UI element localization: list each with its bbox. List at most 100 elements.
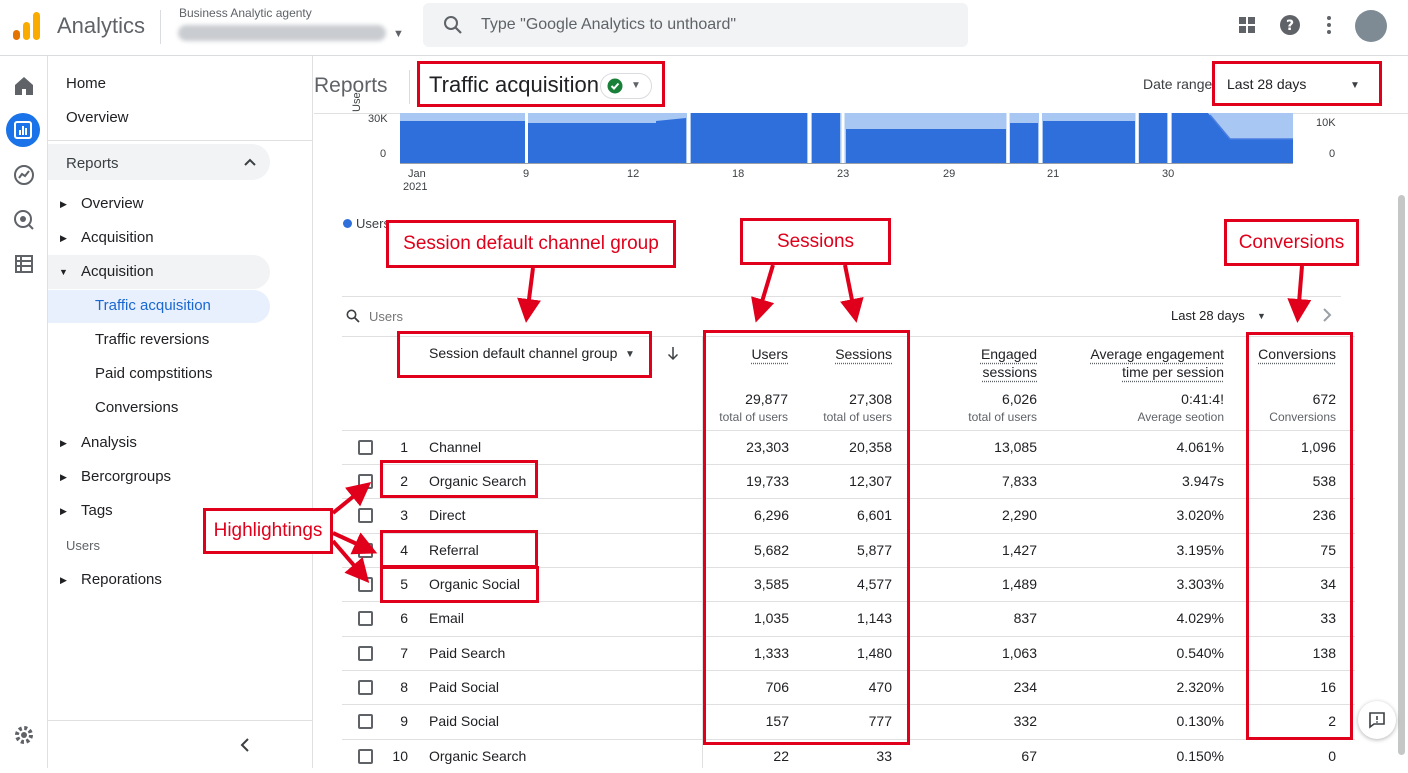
nav-sub-traffic-reversions[interactable]: Traffic reversions <box>95 331 209 348</box>
home-icon[interactable] <box>12 74 36 98</box>
nav-users-heading: Users <box>66 538 100 553</box>
advertising-icon[interactable] <box>12 208 36 232</box>
left-rail <box>0 56 48 768</box>
chevron-right-icon[interactable] <box>1322 308 1332 322</box>
apps-grid-icon[interactable] <box>1236 14 1258 36</box>
more-vert-icon[interactable] <box>1318 14 1340 36</box>
side-nav: Home Overview Reports ▶ Overview ▶ Acqui… <box>48 56 313 768</box>
traffic-area-chart[interactable] <box>400 113 1293 163</box>
explore-icon[interactable] <box>12 163 36 187</box>
search-icon <box>444 16 462 34</box>
row-index: 9 <box>400 713 408 729</box>
nav-item-reporations[interactable]: Reporations <box>81 571 162 588</box>
row-checkbox[interactable] <box>358 611 373 626</box>
collapse-nav-chevron-icon[interactable] <box>240 738 250 752</box>
row-engaged-sessions: 67 <box>1021 748 1037 764</box>
scrollbar[interactable] <box>1398 195 1405 755</box>
expand-arrow-icon[interactable]: ▶ <box>60 233 67 244</box>
nav-item-overview[interactable]: Overview <box>81 195 144 212</box>
row-checkbox[interactable] <box>358 577 373 592</box>
expand-arrow-icon[interactable]: ▶ <box>60 575 67 586</box>
row-checkbox[interactable] <box>358 440 373 455</box>
nav-item-analysis[interactable]: Analysis <box>81 434 137 451</box>
row-index: 6 <box>400 610 408 626</box>
avatar[interactable] <box>1355 10 1387 42</box>
x-axis-line <box>400 163 1293 164</box>
row-channel[interactable]: Organic Search <box>429 748 526 764</box>
expand-arrow-icon[interactable]: ▶ <box>60 199 67 210</box>
y-tick-right: 0 <box>1329 148 1336 160</box>
table-search-input[interactable] <box>369 306 569 326</box>
nav-sub-paid-compstitions[interactable]: Paid compstitions <box>95 365 213 382</box>
row-users: 22 <box>773 748 789 764</box>
header-engaged-sessions[interactable]: Engaged sessions <box>930 345 1037 381</box>
reports-icon[interactable] <box>11 118 35 142</box>
sort-arrow-down-icon[interactable] <box>667 346 679 361</box>
nav-sub-traffic-acquisition[interactable]: Traffic acquisition <box>95 297 211 314</box>
row-checkbox[interactable] <box>358 680 373 695</box>
account-name-blurred[interactable] <box>178 25 386 41</box>
row-channel[interactable]: Email <box>429 610 464 626</box>
total-avg-label: Average seotion <box>1137 410 1224 424</box>
list-icon[interactable] <box>12 252 36 276</box>
total-engaged: 6,026 <box>1001 391 1037 407</box>
nav-item-bercorgroups[interactable]: Bercorgroups <box>81 468 171 485</box>
row-channel[interactable]: Paid Search <box>429 645 505 661</box>
row-checkbox[interactable] <box>358 474 373 489</box>
row-engaged-sessions: 1,063 <box>1001 645 1037 661</box>
nav-item-acquisition[interactable]: Acquisition <box>81 229 154 246</box>
row-engaged-sessions: 234 <box>1013 679 1037 695</box>
nav-home[interactable]: Home <box>66 75 106 92</box>
row-channel[interactable]: Paid Social <box>429 713 499 729</box>
nav-overview[interactable]: Overview <box>66 109 129 126</box>
caret-down-icon[interactable]: ▼ <box>393 28 404 40</box>
expand-arrow-icon[interactable]: ▶ <box>60 438 67 449</box>
analytics-logo-icon[interactable] <box>13 12 41 40</box>
settings-gear-icon[interactable] <box>12 723 36 747</box>
chevron-up-icon[interactable] <box>244 158 256 166</box>
divider <box>409 70 410 104</box>
expand-arrow-icon[interactable]: ▶ <box>60 472 67 483</box>
row-engaged-sessions: 1,489 <box>1001 576 1037 592</box>
caret-down-icon[interactable]: ▼ <box>1257 311 1266 321</box>
x-tick: 23 <box>837 168 850 180</box>
expand-arrow-icon[interactable]: ▶ <box>60 506 67 517</box>
highlight-row-organic-search <box>380 460 538 498</box>
row-checkbox[interactable] <box>358 543 373 558</box>
row-channel[interactable]: Channel <box>429 439 481 455</box>
nav-sub-conversions[interactable]: Conversions <box>95 399 178 416</box>
table-date-range[interactable]: Last 28 days <box>1171 308 1245 323</box>
account-label: Business Analytic agenty <box>179 6 312 20</box>
row-avg-engagement: 3.195% <box>1176 542 1224 558</box>
row-avg-engagement: 0.150% <box>1176 748 1224 764</box>
collapse-arrow-icon[interactable]: ▼ <box>59 267 68 277</box>
row-index: 10 <box>392 748 408 764</box>
row-avg-engagement: 4.061% <box>1176 439 1224 455</box>
nav-reports[interactable]: Reports <box>66 155 119 172</box>
row-channel[interactable]: Direct <box>429 507 466 523</box>
row-checkbox[interactable] <box>358 714 373 729</box>
feedback-button[interactable] <box>1358 701 1396 739</box>
y-tick-right: 10K <box>1316 117 1336 129</box>
header-avg-engagement[interactable]: Average engagement time per session <box>1060 345 1224 381</box>
row-avg-engagement: 2.320% <box>1176 679 1224 695</box>
row-checkbox[interactable] <box>358 646 373 661</box>
nav-item-tags[interactable]: Tags <box>81 502 113 519</box>
annotation-sessions: Sessions <box>740 218 891 265</box>
search-icon <box>346 309 360 323</box>
row-checkbox[interactable] <box>358 749 373 764</box>
row-avg-engagement: 3.303% <box>1176 576 1224 592</box>
annotation-conversions: Conversions <box>1224 219 1359 266</box>
nav-item-acquisition-expanded[interactable]: Acquisition <box>81 263 154 280</box>
highlight-dimension-header <box>397 331 652 378</box>
search-bar[interactable] <box>423 3 968 47</box>
annotation-channel-group: Session default channel group <box>386 220 676 268</box>
legend-users[interactable]: Users <box>356 216 390 231</box>
y-tick-left: 0 <box>380 148 387 160</box>
search-input[interactable] <box>481 3 941 47</box>
row-channel[interactable]: Paid Social <box>429 679 499 695</box>
highlight-users-sessions <box>703 330 910 745</box>
row-index: 7 <box>400 645 408 661</box>
row-checkbox[interactable] <box>358 508 373 523</box>
help-icon[interactable]: ? <box>1279 14 1301 36</box>
